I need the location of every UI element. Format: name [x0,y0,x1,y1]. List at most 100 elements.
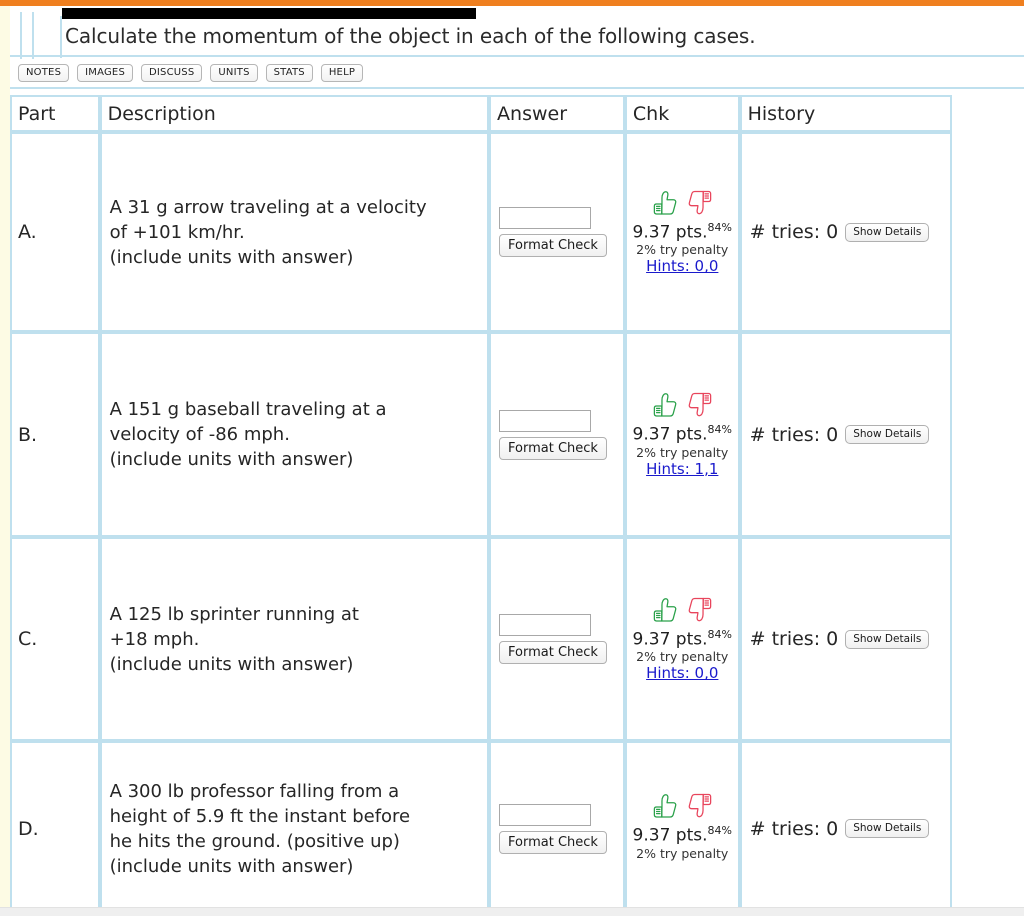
cell-part: B. [10,332,100,537]
cell-description: A 300 lb professor falling from a height … [99,741,490,916]
cell-chk: 9.37 pts.84% 2% try penalty [624,741,740,916]
thumbs-group [651,391,714,423]
discuss-button[interactable]: DISCUSS [141,64,203,82]
prompt-region: Calculate the momentum of the object in … [10,6,1024,63]
hints-link[interactable]: Hints: 1,1 [646,460,718,478]
cell-answer: Format Check [489,741,625,916]
notes-button[interactable]: NOTES [18,64,70,82]
thumbs-group [651,189,714,221]
bottom-band [0,907,1024,916]
chk-group: 9.37 pts.84% 2% try penalty Hints: 0,0 [627,588,738,691]
description-line: (include units with answer) [109,449,354,470]
thumbs-up-icon[interactable] [651,596,678,626]
history-group: # tries: 0 Show Details [742,628,950,650]
units-button[interactable]: UNITS [210,64,258,82]
table-row: A. A 31 g arrow traveling at a velocity of… [10,132,952,332]
prompt-rail-left [20,12,22,63]
part-label: A. [18,221,37,243]
table-row: D. A 300 lb professor falling from a heigh… [10,741,952,916]
hints-link[interactable]: Hints: 0,0 [646,664,718,682]
cell-chk: 9.37 pts.84% 2% try penalty Hints: 0,0 [624,132,740,332]
description-line: of +101 km/hr. [109,221,245,243]
thumbs-up-icon[interactable] [651,792,678,822]
help-button[interactable]: HELP [320,64,364,82]
cell-description: A 125 lb sprinter running at +18 mph. (inc… [99,537,490,741]
thumbs-up-icon[interactable] [651,391,678,421]
answer-group: Format Check [491,207,623,257]
history-group: # tries: 0 Show Details [742,221,950,243]
answer-input[interactable] [499,207,592,229]
problem-table: Part Description Answer Chk History A. A … [10,95,952,916]
chk-group: 9.37 pts.84% 2% try penalty Hints: 1,1 [627,383,738,486]
table-row: C. A 125 lb sprinter running at +18 mph. (i… [10,537,952,741]
part-label: B. [18,423,38,446]
tries-label: # tries: 0 [749,817,839,840]
cell-history: # tries: 0 Show Details [739,132,952,332]
description-text: A 151 g baseball traveling at a velocity … [102,393,487,476]
chk-group: 9.37 pts.84% 2% try penalty Hints: 0,0 [627,181,738,284]
history-group: # tries: 0 Show Details [742,424,950,446]
images-button[interactable]: IMAGES [77,64,133,82]
cell-description: A 31 g arrow traveling at a velocity of +… [99,132,490,332]
left-gutter [0,6,10,907]
points-label: 9.37 pts.84% [633,221,732,243]
chk-group: 9.37 pts.84% 2% try penalty [627,784,738,873]
percent-value: 84% [707,220,732,234]
history-group: # tries: 0 Show Details [742,818,950,840]
prompt-text: Calculate the momentum of the object in … [65,24,756,48]
cell-part: C. [10,537,100,741]
hints-link[interactable]: Hints: 0,0 [646,257,718,275]
cell-history: # tries: 0 Show Details [739,741,952,916]
description-line: A 125 lb sprinter running at [109,603,359,625]
table-header-row: Part Description Answer Chk History [10,95,952,132]
thumbs-up-icon[interactable] [651,189,678,219]
thumbs-down-icon[interactable] [687,189,714,219]
cell-description: A 151 g baseball traveling at a velocity … [99,332,490,537]
part-label: D. [18,817,39,840]
points-label: 9.37 pts.84% [633,824,732,846]
thumbs-down-icon[interactable] [687,391,714,421]
show-details-button[interactable]: Show Details [845,629,930,649]
header-chk: Chk [624,95,740,132]
points-label: 9.37 pts.84% [633,628,732,650]
description-text: A 300 lb professor falling from a height … [102,775,487,883]
cell-history: # tries: 0 Show Details [739,537,952,741]
cell-part: D. [10,741,100,916]
points-value: 9.37 pts. [632,825,708,846]
answer-input[interactable] [499,409,592,432]
tries-label: # tries: 0 [749,628,839,650]
thumbs-down-icon[interactable] [687,792,714,822]
cell-answer: Format Check [489,332,625,537]
description-line: (include units with answer) [109,246,354,268]
header-answer: Answer [489,95,625,132]
show-details-button[interactable]: Show Details [845,222,930,242]
points-value: 9.37 pts. [632,629,708,650]
answer-group: Format Check [491,803,623,854]
answer-input[interactable] [499,803,592,826]
format-check-button[interactable]: Format Check [499,641,607,664]
page-root: Calculate the momentum of the object in … [0,0,1024,916]
cell-history: # tries: 0 Show Details [739,332,952,537]
description-line: he hits the ground. (positive up) [109,830,400,852]
part-label: C. [18,628,38,650]
penalty-label: 2% try penalty [636,649,729,665]
format-check-button[interactable]: Format Check [499,234,607,257]
stats-button[interactable]: STATS [265,64,313,82]
answer-input[interactable] [499,614,592,636]
format-check-button[interactable]: Format Check [499,436,607,460]
points-label: 9.37 pts.84% [633,423,732,445]
header-part: Part [10,95,100,132]
table-body: A. A 31 g arrow traveling at a velocity of… [10,132,952,916]
description-line: (include units with answer) [109,855,354,877]
header-description: Description [99,95,490,132]
header-history: History [739,95,952,132]
description-line: A 300 lb professor falling from a [109,780,400,802]
format-check-button[interactable]: Format Check [499,830,607,854]
toolbar-region: NOTES IMAGES DISCUSS UNITS STATS HELP [10,59,1024,89]
cell-answer: Format Check [489,132,625,332]
toolbar: NOTES IMAGES DISCUSS UNITS STATS HELP [18,64,364,82]
show-details-button[interactable]: Show Details [845,425,930,444]
thumbs-down-icon[interactable] [687,596,714,626]
show-details-button[interactable]: Show Details [845,819,930,838]
answer-group: Format Check [491,409,623,460]
